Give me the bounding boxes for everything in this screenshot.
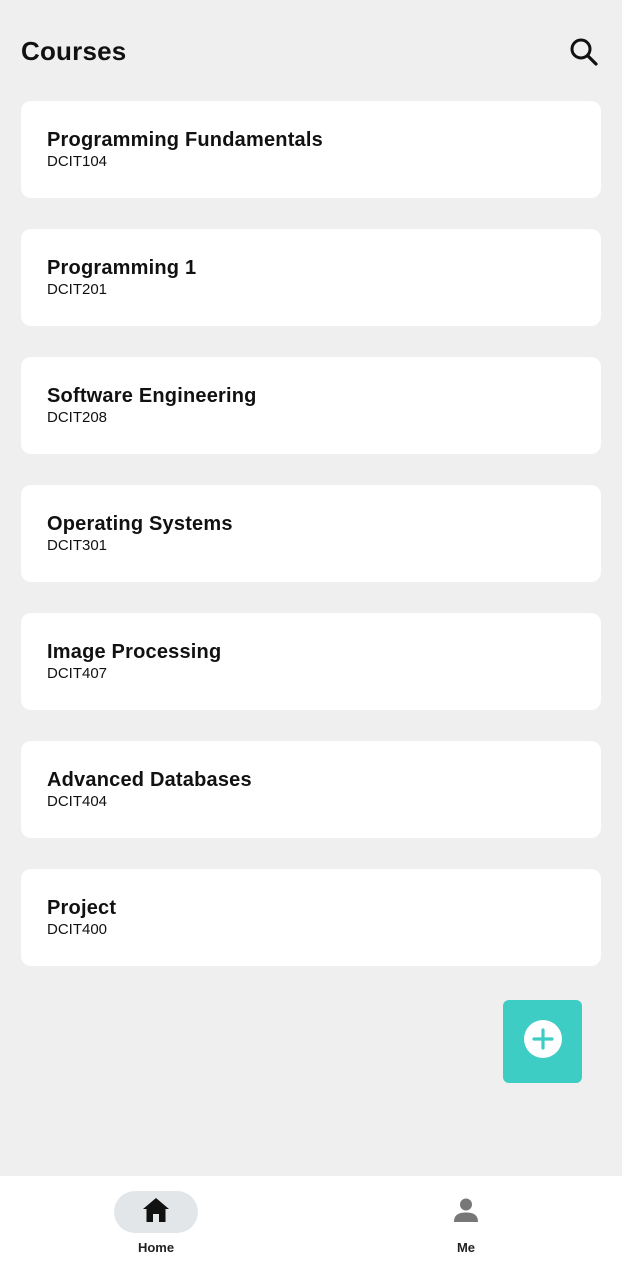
course-name: Project — [47, 897, 117, 919]
bottom-navigation: Home Me — [0, 1176, 622, 1280]
course-name: Software Engineering — [47, 385, 257, 407]
course-code: DCIT201 — [47, 281, 108, 298]
search-button[interactable] — [566, 36, 602, 72]
course-card[interactable]: Programming Fundamentals DCIT104 — [21, 101, 601, 198]
page-title: Courses — [21, 36, 127, 66]
course-name: Programming Fundamentals — [47, 129, 323, 151]
course-name: Programming 1 — [47, 257, 197, 279]
search-icon — [569, 37, 599, 72]
course-code: DCIT208 — [47, 409, 108, 426]
course-code: DCIT104 — [47, 153, 108, 170]
course-code: DCIT301 — [47, 537, 108, 554]
course-card[interactable]: Advanced Databases DCIT404 — [21, 741, 601, 838]
home-icon — [142, 1197, 170, 1228]
app-header: Courses — [0, 0, 622, 100]
app-screen: Courses Programming Fundamentals DCIT104… — [0, 0, 622, 1280]
nav-icon-container — [424, 1191, 508, 1233]
course-code: DCIT404 — [47, 793, 108, 810]
course-card[interactable]: Operating Systems DCIT301 — [21, 485, 601, 582]
nav-label-home: Home — [137, 1240, 175, 1255]
course-card[interactable]: Programming 1 DCIT201 — [21, 229, 601, 326]
nav-item-me[interactable]: Me — [406, 1191, 526, 1261]
add-course-button[interactable] — [503, 1000, 582, 1083]
course-name: Advanced Databases — [47, 769, 252, 791]
course-name: Operating Systems — [47, 513, 233, 535]
course-card[interactable]: Software Engineering DCIT208 — [21, 357, 601, 454]
course-code: DCIT400 — [47, 921, 108, 938]
course-code: DCIT407 — [47, 665, 108, 682]
nav-active-indicator — [114, 1191, 198, 1233]
nav-item-home[interactable]: Home — [96, 1191, 216, 1261]
plus-circle-icon — [523, 1019, 563, 1064]
person-icon — [453, 1197, 479, 1228]
course-list: Programming Fundamentals DCIT104 Program… — [21, 101, 601, 997]
course-card[interactable]: Image Processing DCIT407 — [21, 613, 601, 710]
course-card[interactable]: Project DCIT400 — [21, 869, 601, 966]
nav-label-me: Me — [456, 1240, 476, 1255]
course-name: Image Processing — [47, 641, 222, 663]
